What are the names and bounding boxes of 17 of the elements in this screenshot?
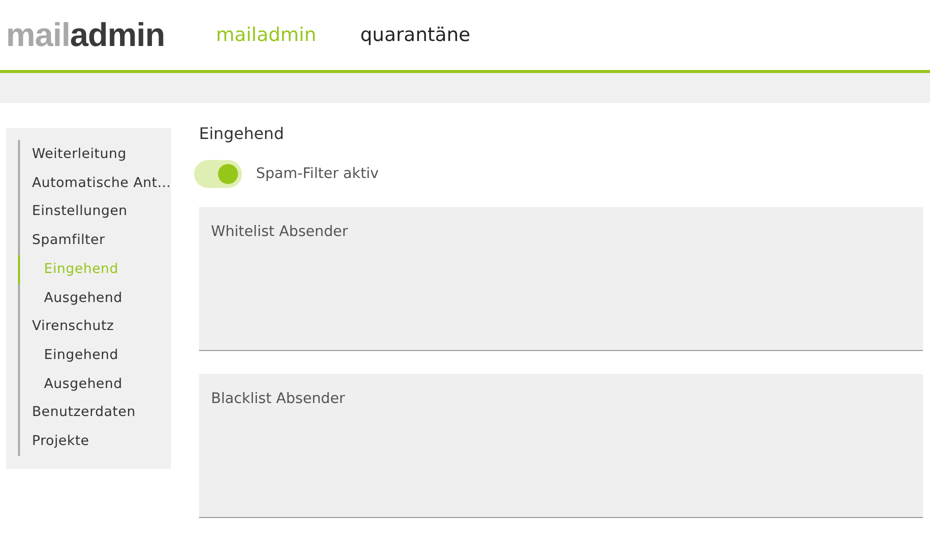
text-area[interactable]: Whitelist Absender xyxy=(199,207,923,351)
sidebar-item[interactable]: Virenschutz xyxy=(18,312,171,341)
toggle-label: Spam-Filter aktiv xyxy=(256,166,379,182)
logo: mailadmin xyxy=(6,16,166,54)
toggle-switch[interactable] xyxy=(194,160,242,188)
sidebar-item[interactable]: Einstellungen xyxy=(18,197,171,226)
sidebar-item[interactable]: Ausgehend xyxy=(18,284,171,312)
sidebar-item[interactable]: Eingehend xyxy=(18,340,171,370)
section-title: Eingehend xyxy=(199,124,285,143)
sidebar-item[interactable]: Weiterleitung xyxy=(18,140,171,169)
nav-link[interactable]: quarantäne xyxy=(360,24,470,46)
text-area[interactable]: Blacklist Absender xyxy=(199,374,923,518)
sidebar-item[interactable]: Automatische Ant… xyxy=(18,168,171,198)
sidebar-item[interactable]: Spamfilter xyxy=(18,226,171,255)
sidebar-item[interactable]: Benutzerdaten xyxy=(18,398,171,428)
sidebar-item[interactable]: Projekte xyxy=(18,427,171,456)
sidebar-item[interactable]: Ausgehend xyxy=(18,370,171,398)
